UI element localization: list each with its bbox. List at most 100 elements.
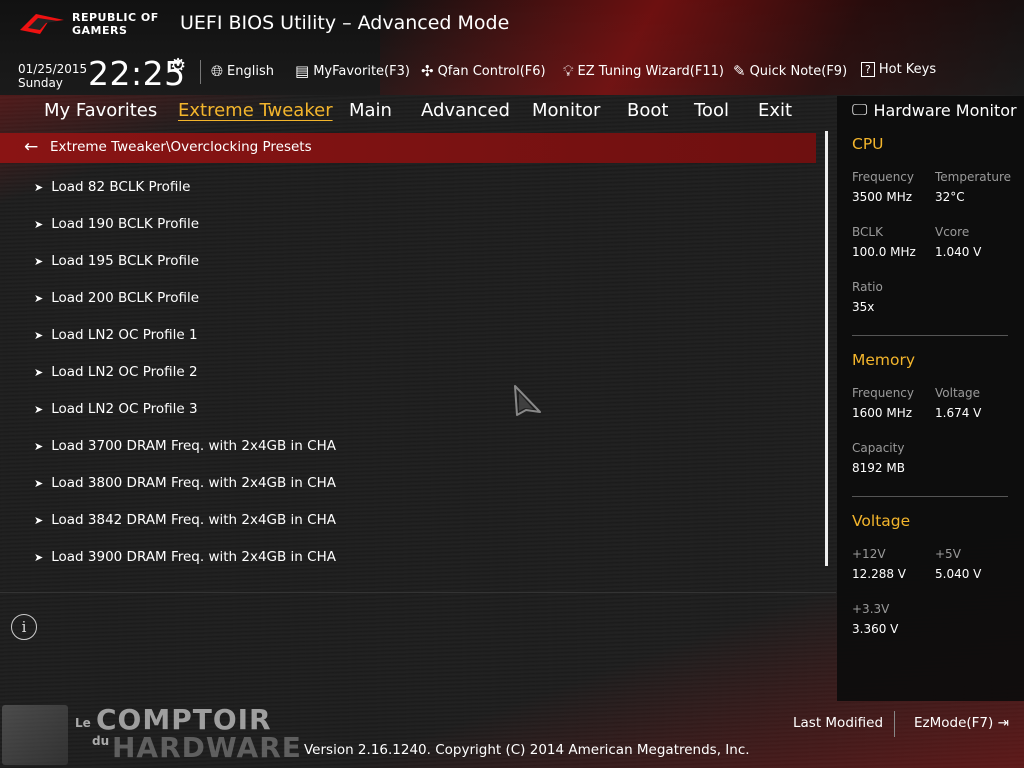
list-item[interactable]: ➤ Load LN2 OC Profile 2 xyxy=(34,364,198,380)
info-icon[interactable]: i xyxy=(11,614,37,640)
list-item[interactable]: ➤ Load 200 BCLK Profile xyxy=(34,290,199,306)
watermark-le: Le xyxy=(75,716,91,730)
monitor-icon: 🖵︎ xyxy=(852,100,868,119)
brand-line1: REPUBLIC OF xyxy=(72,11,159,24)
quick-note-button[interactable]: ✎ Quick Note(F9) xyxy=(733,62,847,80)
cpu-ratio-value: 35x xyxy=(852,300,875,314)
myfavorite-button[interactable]: ▤ MyFavorite(F3) xyxy=(295,62,410,80)
date-display: 01/25/2015 Sunday xyxy=(18,62,87,90)
ez-mode-label: EzMode(F7) xyxy=(914,715,994,731)
submenu-arrow-icon: ➤ xyxy=(34,181,44,194)
list-item-label: Load 3700 DRAM Freq. with 2x4GB in CHA xyxy=(51,438,336,454)
toolbar-divider xyxy=(200,60,201,84)
myfavorite-icon: ▤ xyxy=(295,62,310,80)
mouse-pointer-icon xyxy=(514,385,541,416)
rog-eye-icon xyxy=(20,14,64,34)
hardware-monitor-title: 🖵︎ Hardware Monitor xyxy=(852,100,1017,120)
tab-tool[interactable]: Tool xyxy=(694,100,729,121)
list-item[interactable]: ➤ Load 190 BCLK Profile xyxy=(34,216,199,232)
list-item-label: Load 3800 DRAM Freq. with 2x4GB in CHA xyxy=(51,475,336,491)
memory-voltage-label: Voltage xyxy=(935,386,981,400)
note-icon: ✎ xyxy=(733,62,746,80)
tab-boot[interactable]: Boot xyxy=(627,100,668,121)
list-item[interactable]: ➤ Load 3800 DRAM Freq. with 2x4GB in CHA xyxy=(34,475,336,491)
submenu-arrow-icon: ➤ xyxy=(34,329,44,342)
cpu-bclk-value: 100.0 MHz xyxy=(852,245,916,259)
list-item-label: Load 3900 DRAM Freq. with 2x4GB in CHA xyxy=(51,549,336,565)
list-item[interactable]: ➤ Load LN2 OC Profile 1 xyxy=(34,327,198,343)
submenu-arrow-icon: ➤ xyxy=(34,218,44,231)
submenu-arrow-icon: ➤ xyxy=(34,551,44,564)
rog-logo: REPUBLIC OF GAMERS xyxy=(18,8,168,40)
date-text: 01/25/2015 xyxy=(18,62,88,76)
qfan-label: Qfan Control(F6) xyxy=(437,63,546,79)
tab-my-favorites[interactable]: My Favorites xyxy=(44,100,157,121)
clock-settings-gear-icon[interactable]: ⚙ xyxy=(170,55,186,76)
ez-tuning-wizard-button[interactable]: 💡︎ EZ Tuning Wizard(F11) xyxy=(563,62,724,80)
tab-extreme-tweaker[interactable]: Extreme Tweaker xyxy=(178,100,333,121)
tab-exit[interactable]: Exit xyxy=(758,100,792,121)
list-item[interactable]: ➤ Load 3842 DRAM Freq. with 2x4GB in CHA xyxy=(34,512,336,528)
list-item-label: Load 200 BCLK Profile xyxy=(51,290,200,306)
submenu-arrow-icon: ➤ xyxy=(34,440,44,453)
hw-divider xyxy=(852,496,1008,497)
tab-main[interactable]: Main xyxy=(349,100,392,121)
help-divider xyxy=(0,592,836,593)
submenu-arrow-icon: ➤ xyxy=(34,292,44,305)
cpu-temperature-value: 32°C xyxy=(935,190,965,204)
footer: Le du COMPTOIR HARDWARE Last Modified Ez… xyxy=(0,701,1024,768)
list-item[interactable]: ➤ Load 82 BCLK Profile xyxy=(34,179,190,195)
tab-advanced[interactable]: Advanced xyxy=(421,100,510,121)
scrollbar[interactable] xyxy=(825,131,828,566)
hardware-monitor-panel: 🖵︎ Hardware Monitor CPU Frequency Temper… xyxy=(837,96,1024,701)
hot-keys-button[interactable]: ? Hot Keys xyxy=(861,62,936,77)
voltage-5v-value: 5.040 V xyxy=(935,567,982,581)
exit-to-icon: ⇥ xyxy=(997,715,1009,731)
watermark-emblem xyxy=(2,705,68,765)
cpu-bclk-label: BCLK xyxy=(852,225,883,239)
submenu-arrow-icon: ➤ xyxy=(34,403,44,416)
ez-mode-button[interactable]: EzMode(F7) ⇥ xyxy=(914,715,1009,731)
memory-frequency-label: Frequency xyxy=(852,386,914,400)
submenu-arrow-icon: ➤ xyxy=(34,255,44,268)
globe-icon: 🌐︎ xyxy=(211,62,224,80)
tab-monitor[interactable]: Monitor xyxy=(532,100,600,121)
voltage-5v-label: +5V xyxy=(935,547,961,561)
cpu-vcore-label: Vcore xyxy=(935,225,970,239)
myfavorite-label: MyFavorite(F3) xyxy=(313,63,410,79)
language-button[interactable]: 🌐︎ English xyxy=(211,62,274,80)
voltage-12v-value: 12.288 V xyxy=(852,567,907,581)
list-item[interactable]: ➤ Load 195 BCLK Profile xyxy=(34,253,199,269)
submenu-arrow-icon: ➤ xyxy=(34,366,44,379)
voltage-3v3-label: +3.3V xyxy=(852,602,890,616)
cpu-ratio-label: Ratio xyxy=(852,280,883,294)
list-item[interactable]: ➤ Load LN2 OC Profile 3 xyxy=(34,401,198,417)
watermark-word2: HARDWARE xyxy=(112,731,302,764)
brand-line2: GAMERS xyxy=(72,24,128,37)
list-item[interactable]: ➤ Load 3700 DRAM Freq. with 2x4GB in CHA xyxy=(34,438,336,454)
app-title: UEFI BIOS Utility – Advanced Mode xyxy=(180,12,510,34)
last-modified-button[interactable]: Last Modified xyxy=(793,715,883,731)
hw-title-text: Hardware Monitor xyxy=(873,100,1017,120)
list-item-label: Load 190 BCLK Profile xyxy=(51,216,200,232)
list-item-label: Load LN2 OC Profile 3 xyxy=(51,401,198,417)
list-item-label: Load 3842 DRAM Freq. with 2x4GB in CHA xyxy=(51,512,336,528)
list-item-label: Load LN2 OC Profile 1 xyxy=(51,327,198,343)
watermark-logo: Le du COMPTOIR HARDWARE xyxy=(0,701,320,768)
language-label: English xyxy=(227,63,274,79)
memory-capacity-label: Capacity xyxy=(852,441,905,455)
qfan-control-button[interactable]: ✣ Qfan Control(F6) xyxy=(421,62,546,80)
hot-keys-label: Hot Keys xyxy=(878,62,937,77)
list-item[interactable]: ➤ Load 3900 DRAM Freq. with 2x4GB in CHA xyxy=(34,549,336,565)
submenu-arrow-icon: ➤ xyxy=(34,477,44,490)
voltage-12v-label: +12V xyxy=(852,547,886,561)
fan-icon: ✣ xyxy=(421,62,434,80)
cpu-frequency-value: 3500 MHz xyxy=(852,190,913,204)
version-text: Version 2.16.1240. Copyright (C) 2014 Am… xyxy=(304,742,750,758)
footer-divider xyxy=(894,711,895,737)
cpu-heading: CPU xyxy=(852,135,884,153)
lightbulb-icon: 💡︎ xyxy=(563,62,574,80)
submenu-arrow-icon: ➤ xyxy=(34,514,44,527)
back-arrow-icon[interactable]: ← xyxy=(24,137,38,157)
list-item-label: Load 82 BCLK Profile xyxy=(51,179,191,195)
